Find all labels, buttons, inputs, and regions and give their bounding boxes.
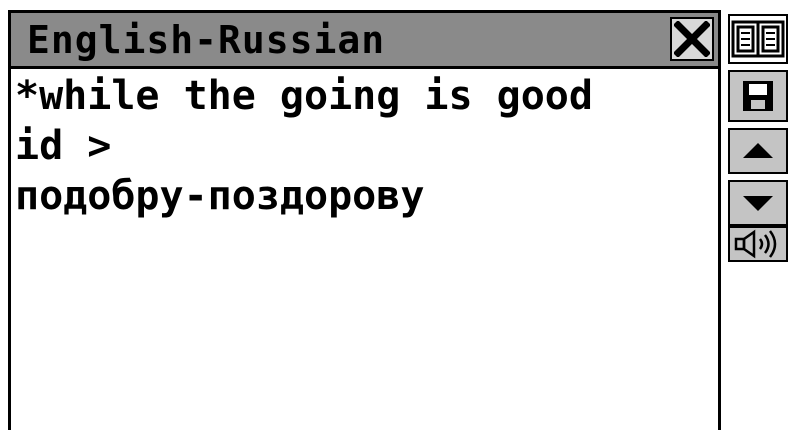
close-icon (674, 21, 710, 57)
headword: *while the going is good (15, 73, 593, 119)
book-icon (731, 20, 785, 58)
scroll-down-icon (743, 196, 773, 211)
scroll-up-icon (743, 143, 773, 158)
window-title: English-Russian (27, 18, 386, 62)
save-icon (743, 81, 773, 111)
side-toolbar (728, 14, 790, 430)
dictionary-button[interactable] (728, 14, 788, 64)
save-button[interactable] (728, 70, 788, 122)
scroll-up-button[interactable] (728, 128, 788, 174)
title-bar: English-Russian (11, 13, 718, 69)
close-button[interactable] (670, 17, 714, 61)
dictionary-window: English-Russian *while the going is good… (8, 10, 721, 430)
entry-content: *while the going is good id > подобру-по… (15, 71, 712, 221)
scroll-down-button[interactable] (728, 180, 788, 226)
entry-label: id > (15, 123, 112, 169)
speaker-icon (734, 229, 777, 259)
pronounce-button[interactable] (728, 226, 788, 262)
translation: подобру-поздорову (15, 173, 425, 219)
